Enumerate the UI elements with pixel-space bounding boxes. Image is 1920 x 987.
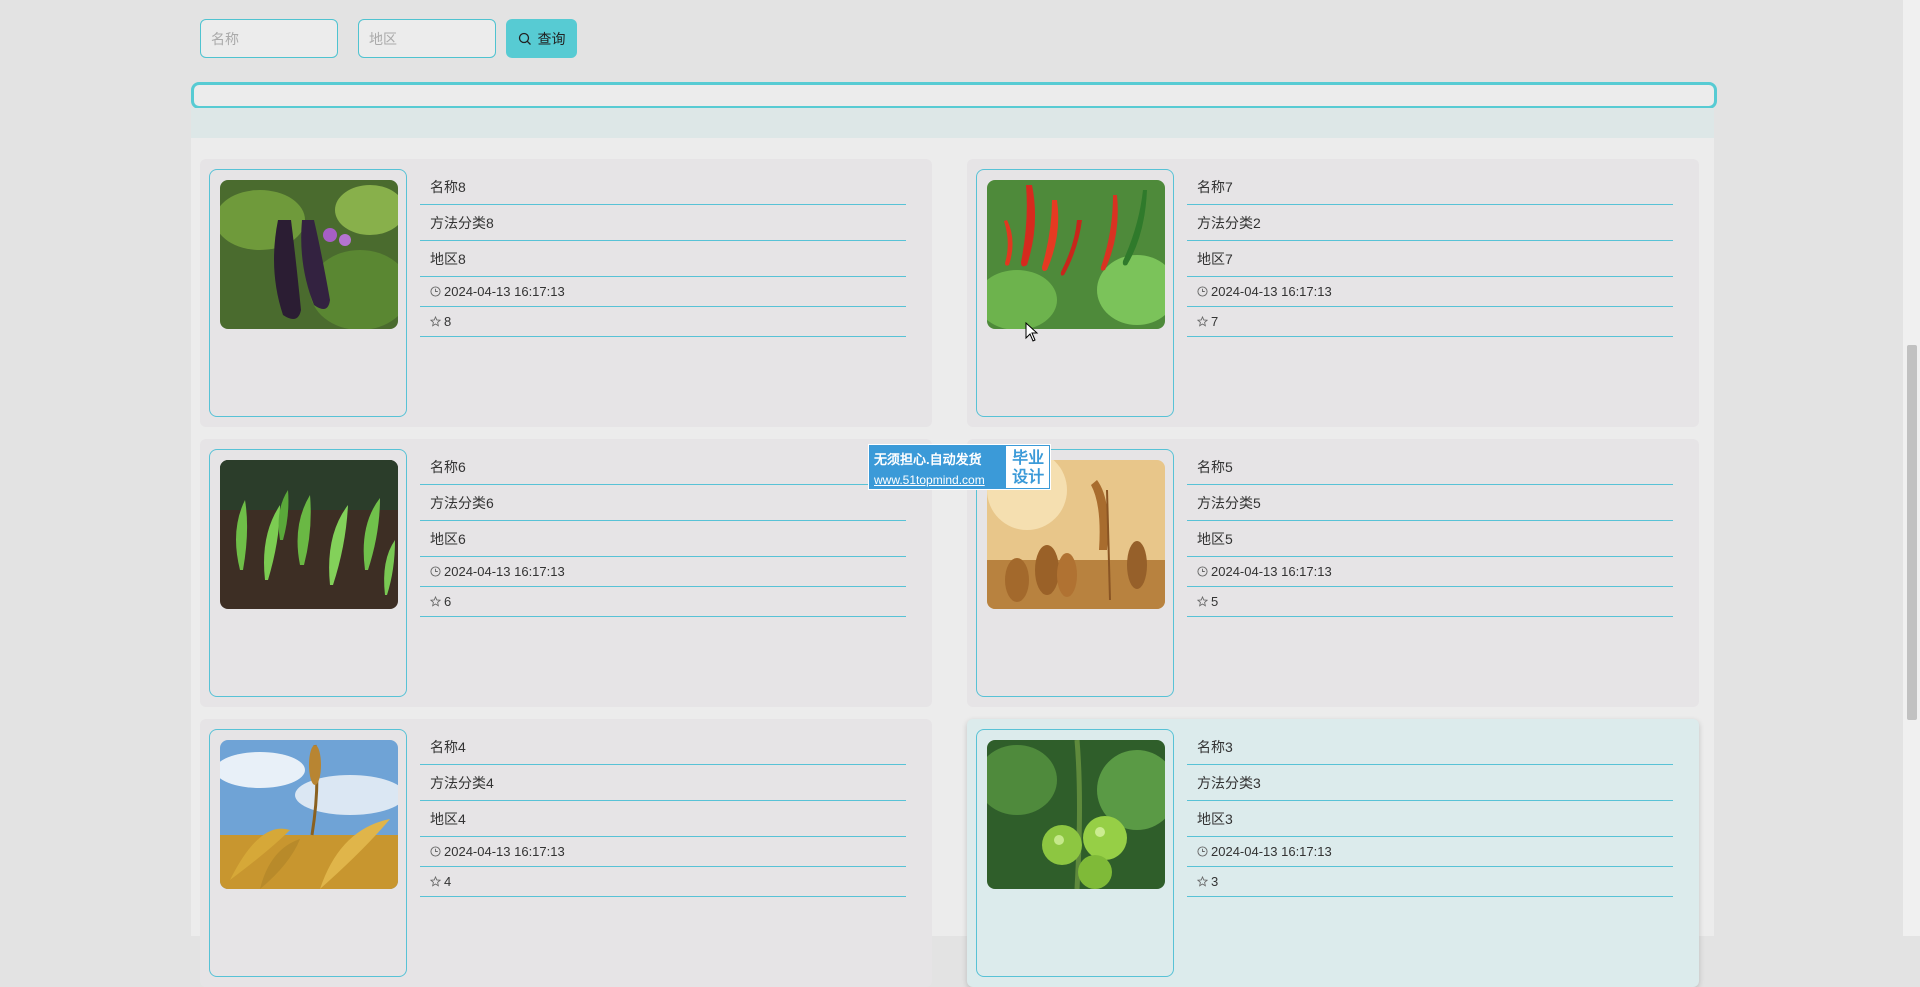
card-image-frame[interactable]: [976, 169, 1174, 417]
card-time: 2024-04-13 16:17:13: [1211, 283, 1332, 299]
clock-icon: [430, 286, 441, 297]
query-button[interactable]: 查询: [506, 19, 577, 58]
card-name[interactable]: 名称8: [420, 169, 906, 205]
card-time: 2024-04-13 16:17:13: [1211, 843, 1332, 859]
card-region: 地区3: [1187, 801, 1673, 837]
card-item[interactable]: 名称6 方法分类6 地区6 2024-04-13 16:17:13 6: [200, 439, 932, 707]
card-favorites-row: 7: [1187, 307, 1673, 337]
card-favorites-row: 8: [420, 307, 906, 337]
card-time: 2024-04-13 16:17:13: [444, 563, 565, 579]
banner-frame: [191, 82, 1717, 109]
card-name[interactable]: 名称6: [420, 449, 906, 485]
watermark-text: 无须担心.自动发货 www.51topmind.com: [869, 445, 1005, 489]
card-favorites: 7: [1211, 313, 1219, 329]
card-item[interactable]: 名称5 方法分类5 地区5 2024-04-13 16:17:13 5: [967, 439, 1699, 707]
card-name[interactable]: 名称7: [1187, 169, 1673, 205]
seedlings-image[interactable]: [220, 460, 398, 609]
star-icon: [430, 316, 441, 327]
card-name[interactable]: 名称5: [1187, 449, 1673, 485]
card-category: 方法分类5: [1187, 485, 1673, 521]
card-image-frame[interactable]: [209, 729, 407, 977]
card-category: 方法分类6: [420, 485, 906, 521]
card-item[interactable]: 名称3 方法分类3 地区3 2024-04-13 16:17:13 3: [967, 719, 1699, 987]
watermark-banner[interactable]: 无须担心.自动发货 www.51topmind.com 毕业 设计: [868, 444, 1051, 490]
star-icon: [1197, 316, 1208, 327]
card-time: 2024-04-13 16:17:13: [1211, 563, 1332, 579]
card-time-row: 2024-04-13 16:17:13: [1187, 837, 1673, 867]
card-favorites: 5: [1211, 593, 1219, 609]
card-region: 地区6: [420, 521, 906, 557]
card-category: 方法分类2: [1187, 205, 1673, 241]
search-icon: [518, 32, 531, 45]
card-name[interactable]: 名称4: [420, 729, 906, 765]
card-favorites: 6: [444, 593, 452, 609]
card-time-row: 2024-04-13 16:17:13: [420, 557, 906, 587]
card-time-row: 2024-04-13 16:17:13: [1187, 557, 1673, 587]
card-info: 名称3 方法分类3 地区3 2024-04-13 16:17:13 3: [1187, 729, 1673, 897]
card-region: 地区8: [420, 241, 906, 277]
card-image-frame[interactable]: [209, 449, 407, 697]
card-time: 2024-04-13 16:17:13: [444, 843, 565, 859]
card-favorites-row: 4: [420, 867, 906, 897]
star-icon: [1197, 876, 1208, 887]
search-bar: 查询: [200, 19, 577, 60]
name-search-input[interactable]: [200, 19, 338, 58]
clock-icon: [1197, 286, 1208, 297]
card-time: 2024-04-13 16:17:13: [444, 283, 565, 299]
card-list: 名称8 方法分类8 地区8 2024-04-13 16:17:13 8 名称7 …: [191, 138, 1714, 987]
watermark-badge-line1: 毕业: [1012, 450, 1045, 467]
card-time-row: 2024-04-13 16:17:13: [420, 277, 906, 307]
card-item[interactable]: 名称7 方法分类2 地区7 2024-04-13 16:17:13 7: [967, 159, 1699, 427]
query-button-label: 查询: [537, 30, 566, 47]
card-category: 方法分类4: [420, 765, 906, 801]
star-icon: [430, 596, 441, 607]
card-region: 地区5: [1187, 521, 1673, 557]
eggplant-image[interactable]: [220, 180, 398, 329]
card-item[interactable]: 名称8 方法分类8 地区8 2024-04-13 16:17:13 8: [200, 159, 932, 427]
card-favorites-row: 3: [1187, 867, 1673, 897]
card-favorites: 3: [1211, 873, 1219, 889]
card-info: 名称6 方法分类6 地区6 2024-04-13 16:17:13 6: [420, 449, 906, 617]
card-time-row: 2024-04-13 16:17:13: [1187, 277, 1673, 307]
card-image-frame[interactable]: [976, 729, 1174, 977]
card-category: 方法分类8: [420, 205, 906, 241]
mouse-cursor-icon: [1025, 322, 1039, 342]
clock-icon: [430, 846, 441, 857]
vertical-scrollbar[interactable]: [1903, 0, 1920, 936]
card-item[interactable]: 名称4 方法分类4 地区4 2024-04-13 16:17:13 4: [200, 719, 932, 987]
watermark-url[interactable]: www.51topmind.com: [874, 470, 1005, 490]
green-tomato-image[interactable]: [987, 740, 1165, 889]
card-favorites-row: 6: [420, 587, 906, 617]
card-region: 地区4: [420, 801, 906, 837]
card-region: 地区7: [1187, 241, 1673, 277]
clock-icon: [430, 566, 441, 577]
card-category: 方法分类3: [1187, 765, 1673, 801]
card-info: 名称7 方法分类2 地区7 2024-04-13 16:17:13 7: [1187, 169, 1673, 337]
card-favorites-row: 5: [1187, 587, 1673, 617]
card-info: 名称5 方法分类5 地区5 2024-04-13 16:17:13 5: [1187, 449, 1673, 617]
scrollbar-thumb[interactable]: [1907, 345, 1917, 720]
card-favorites: 8: [444, 313, 452, 329]
card-favorites: 4: [444, 873, 452, 889]
chili-pepper-image[interactable]: [987, 180, 1165, 329]
clock-icon: [1197, 846, 1208, 857]
card-time-row: 2024-04-13 16:17:13: [420, 837, 906, 867]
watermark-badge: 毕业 设计: [1005, 445, 1050, 489]
region-search-input[interactable]: [358, 19, 496, 58]
dry-wheat-sky-image[interactable]: [220, 740, 398, 889]
card-name[interactable]: 名称3: [1187, 729, 1673, 765]
watermark-line1: 无须担心.自动发货: [874, 452, 982, 467]
clock-icon: [1197, 566, 1208, 577]
watermark-badge-line2: 设计: [1012, 469, 1045, 486]
card-image-frame[interactable]: [209, 169, 407, 417]
card-info: 名称8 方法分类8 地区8 2024-04-13 16:17:13 8: [420, 169, 906, 337]
banner-shadow: [191, 108, 1714, 138]
star-icon: [430, 876, 441, 887]
card-info: 名称4 方法分类4 地区4 2024-04-13 16:17:13 4: [420, 729, 906, 897]
star-icon: [1197, 596, 1208, 607]
